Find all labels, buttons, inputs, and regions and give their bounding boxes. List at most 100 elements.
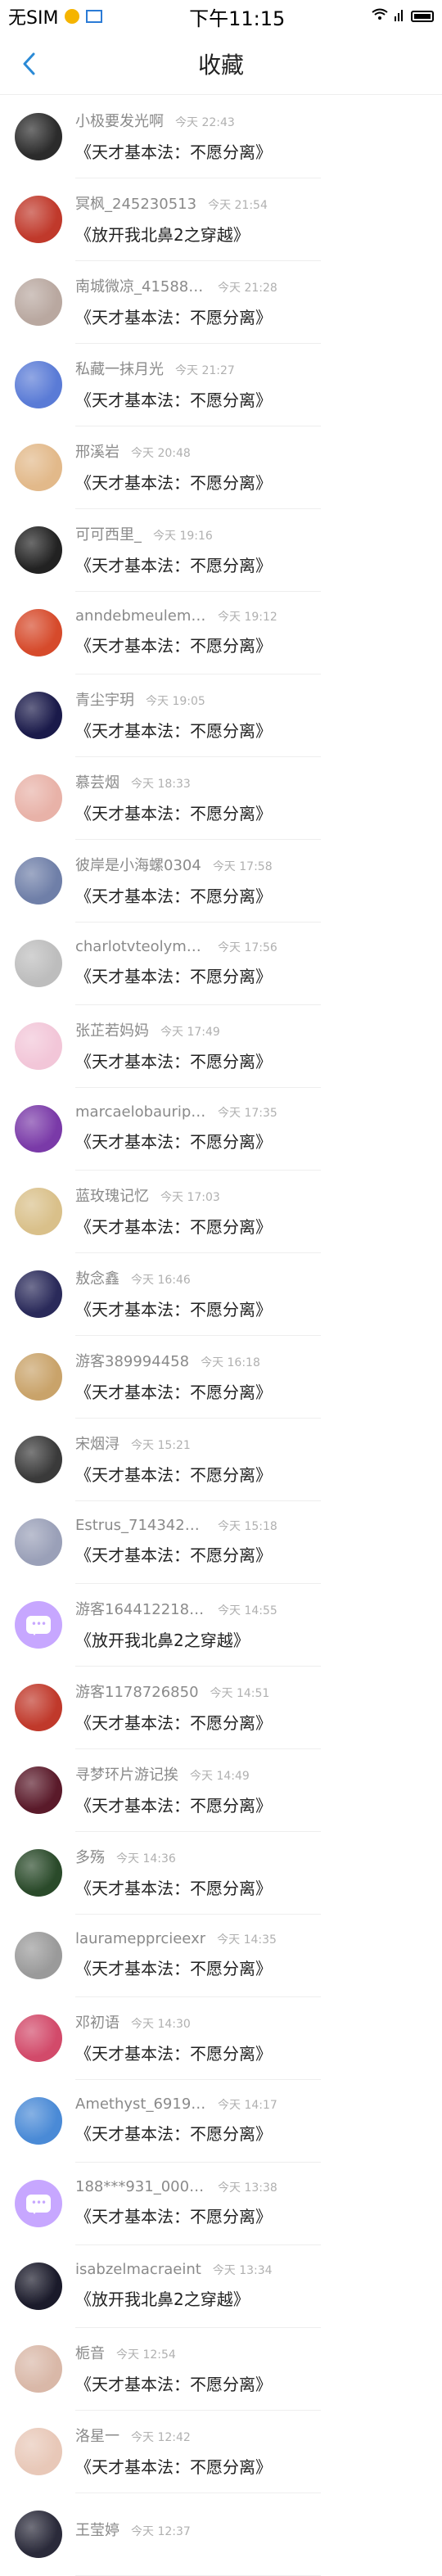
avatar[interactable]: [15, 939, 62, 987]
avatar[interactable]: [15, 195, 62, 243]
user-name[interactable]: marcaelobauripfl…: [75, 1103, 206, 1121]
book-title[interactable]: 《天才基本法：不愿分离》: [75, 633, 321, 656]
back-button[interactable]: [15, 47, 43, 80]
user-name[interactable]: 宋烟浔: [75, 1432, 120, 1454]
list-item[interactable]: Amethyst_691964… 今天 14:17 《天才基本法：不愿分离》: [0, 2079, 442, 2163]
list-item[interactable]: 188***931_0006… 今天 13:38 《天才基本法：不愿分离》: [0, 2162, 442, 2245]
book-title[interactable]: 《天才基本法：不愿分离》: [75, 470, 321, 494]
user-name[interactable]: lauramepprcieexr: [75, 1930, 205, 1947]
user-name[interactable]: 慕芸烟: [75, 771, 120, 792]
avatar[interactable]: [15, 2427, 62, 2475]
user-name[interactable]: 南城微凉_415885…: [75, 275, 206, 296]
list-item[interactable]: 可可西里_ 今天 19:16 《天才基本法：不愿分离》: [0, 508, 442, 592]
list-item[interactable]: anndebmeuleme… 今天 19:12 《天才基本法：不愿分离》: [0, 591, 442, 674]
user-name[interactable]: 小极要发光啊: [75, 110, 164, 131]
list-item[interactable]: 栀音 今天 12:54 《天才基本法：不愿分离》: [0, 2327, 442, 2411]
user-name[interactable]: 188***931_0006…: [75, 2178, 206, 2195]
list-item[interactable]: 寻梦环片游记挨 今天 14:49 《天才基本法：不愿分离》: [0, 1748, 442, 1832]
avatar[interactable]: [15, 1352, 62, 1401]
book-title[interactable]: 《天才基本法：不愿分离》: [75, 553, 321, 576]
avatar[interactable]: [15, 2344, 62, 2393]
avatar[interactable]: [15, 1104, 62, 1153]
list-item[interactable]: 冥枫_245230513 今天 21:54 《放开我北鼻2之穿越》: [0, 178, 442, 261]
book-title[interactable]: 《天才基本法：不愿分离》: [75, 2454, 321, 2478]
user-name[interactable]: anndebmeuleme…: [75, 607, 206, 625]
user-name[interactable]: 邓初语: [75, 2011, 120, 2032]
user-name[interactable]: 张芷若妈妈: [75, 1019, 149, 1040]
book-title[interactable]: 《天才基本法：不愿分离》: [75, 387, 321, 411]
avatar[interactable]: [15, 526, 62, 574]
book-title[interactable]: 《天才基本法：不愿分离》: [75, 2204, 321, 2227]
list-item[interactable]: 私藏一抹月光 今天 21:27 《天才基本法：不愿分离》: [0, 343, 442, 426]
book-title[interactable]: 《天才基本法：不愿分离》: [75, 718, 321, 742]
book-title[interactable]: 《天才基本法：不愿分离》: [75, 1956, 321, 1979]
list-item[interactable]: 敖念鑫 今天 16:46 《天才基本法：不愿分离》: [0, 1252, 442, 1336]
avatar[interactable]: [15, 1600, 62, 1649]
avatar[interactable]: [15, 443, 62, 491]
user-name[interactable]: 寻梦环片游记挨: [75, 1763, 178, 1784]
user-name[interactable]: 可可西里_: [75, 523, 142, 544]
list-item[interactable]: 蓝玫瑰记忆 今天 17:03 《天才基本法：不愿分离》: [0, 1170, 442, 1253]
user-name[interactable]: 冥枫_245230513: [75, 192, 196, 214]
book-title[interactable]: 《天才基本法：不愿分离》: [75, 1462, 321, 1486]
list-item[interactable]: 游客1644122184… 今天 14:55 《放开我北鼻2之穿越》: [0, 1583, 442, 1667]
user-name[interactable]: Estrus_71434237…: [75, 1517, 206, 1534]
list-item[interactable]: charlotvteolymhp… 今天 17:56 《天才基本法：不愿分离》: [0, 922, 442, 1005]
list-item[interactable]: 慕芸烟 今天 18:33 《天才基本法：不愿分离》: [0, 756, 442, 840]
book-title[interactable]: 《天才基本法：不愿分离》: [75, 139, 321, 163]
list-item[interactable]: 多殇 今天 14:36 《天才基本法：不愿分离》: [0, 1831, 442, 1915]
list-item[interactable]: isabzelmacraeint 今天 13:34 《放开我北鼻2之穿越》: [0, 2244, 442, 2328]
avatar[interactable]: [15, 2510, 62, 2558]
avatar[interactable]: [15, 1022, 62, 1070]
user-name[interactable]: 游客389994458: [75, 1350, 189, 1371]
list-item[interactable]: 邓初语 今天 14:30 《天才基本法：不愿分离》: [0, 1996, 442, 2080]
list-item[interactable]: 青尘宇玥 今天 19:05 《天才基本法：不愿分离》: [0, 674, 442, 757]
book-title[interactable]: 《天才基本法：不愿分离》: [75, 1214, 321, 1238]
book-title[interactable]: 《天才基本法：不愿分离》: [75, 1875, 321, 1899]
avatar[interactable]: [15, 774, 62, 822]
avatar[interactable]: [15, 1270, 62, 1318]
avatar[interactable]: [15, 2262, 62, 2310]
avatar[interactable]: [15, 1187, 62, 1235]
avatar[interactable]: [15, 1518, 62, 1566]
user-name[interactable]: charlotvteolymhp…: [75, 938, 206, 955]
avatar[interactable]: [15, 1848, 62, 1897]
book-title[interactable]: 《天才基本法：不愿分离》: [75, 1049, 321, 1072]
user-name[interactable]: 栀音: [75, 2342, 105, 2363]
book-title[interactable]: 《天才基本法：不愿分离》: [75, 1297, 321, 1320]
avatar[interactable]: [15, 608, 62, 656]
list-item[interactable]: 游客389994458 今天 16:18 《天才基本法：不愿分离》: [0, 1335, 442, 1419]
user-name[interactable]: Amethyst_691964…: [75, 2096, 206, 2113]
book-title[interactable]: 《天才基本法：不愿分离》: [75, 305, 321, 328]
book-title[interactable]: 《放开我北鼻2之穿越》: [75, 2286, 321, 2310]
user-name[interactable]: isabzelmacraeint: [75, 2261, 201, 2278]
avatar[interactable]: [15, 1931, 62, 1979]
book-title[interactable]: 《天才基本法：不愿分离》: [75, 1129, 321, 1153]
avatar[interactable]: [15, 2179, 62, 2227]
list-item[interactable]: 南城微凉_415885… 今天 21:28 《天才基本法：不愿分离》: [0, 260, 442, 344]
list-item[interactable]: 洛星一 今天 12:42 《天才基本法：不愿分离》: [0, 2410, 442, 2493]
book-title[interactable]: 《天才基本法：不愿分离》: [75, 883, 321, 907]
book-title[interactable]: 《天才基本法：不愿分离》: [75, 1793, 321, 1816]
book-title[interactable]: 《天才基本法：不愿分离》: [75, 1379, 321, 1403]
list-item[interactable]: 王莹婷 今天 12:37: [0, 2493, 442, 2576]
book-title[interactable]: 《天才基本法：不愿分离》: [75, 2041, 321, 2064]
user-name[interactable]: 游客1178726850: [75, 1680, 199, 1702]
user-name[interactable]: 游客1644122184…: [75, 1598, 206, 1619]
book-title[interactable]: 《天才基本法：不愿分离》: [75, 2371, 321, 2395]
user-name[interactable]: 王莹婷: [75, 2519, 120, 2540]
avatar[interactable]: [15, 1766, 62, 1814]
avatar[interactable]: [15, 856, 62, 905]
list-item[interactable]: 彼岸是小海螺0304 今天 17:58 《天才基本法：不愿分离》: [0, 839, 442, 923]
list-item[interactable]: 邢溪岩 今天 20:48 《天才基本法：不愿分离》: [0, 426, 442, 509]
list-item[interactable]: Estrus_71434237… 今天 15:18 《天才基本法：不愿分离》: [0, 1500, 442, 1584]
user-name[interactable]: 蓝玫瑰记忆: [75, 1184, 149, 1206]
list-item[interactable]: lauramepprcieexr 今天 14:35 《天才基本法：不愿分离》: [0, 1914, 442, 1997]
avatar[interactable]: [15, 360, 62, 408]
book-title[interactable]: 《放开我北鼻2之穿越》: [75, 222, 321, 246]
list-item[interactable]: 宋烟浔 今天 15:21 《天才基本法：不愿分离》: [0, 1418, 442, 1501]
user-name[interactable]: 邢溪岩: [75, 440, 120, 462]
user-name[interactable]: 彼岸是小海螺0304: [75, 854, 201, 875]
list-item[interactable]: 游客1178726850 今天 14:51 《天才基本法：不愿分离》: [0, 1666, 442, 1749]
book-title[interactable]: 《天才基本法：不愿分离》: [75, 1710, 321, 1734]
